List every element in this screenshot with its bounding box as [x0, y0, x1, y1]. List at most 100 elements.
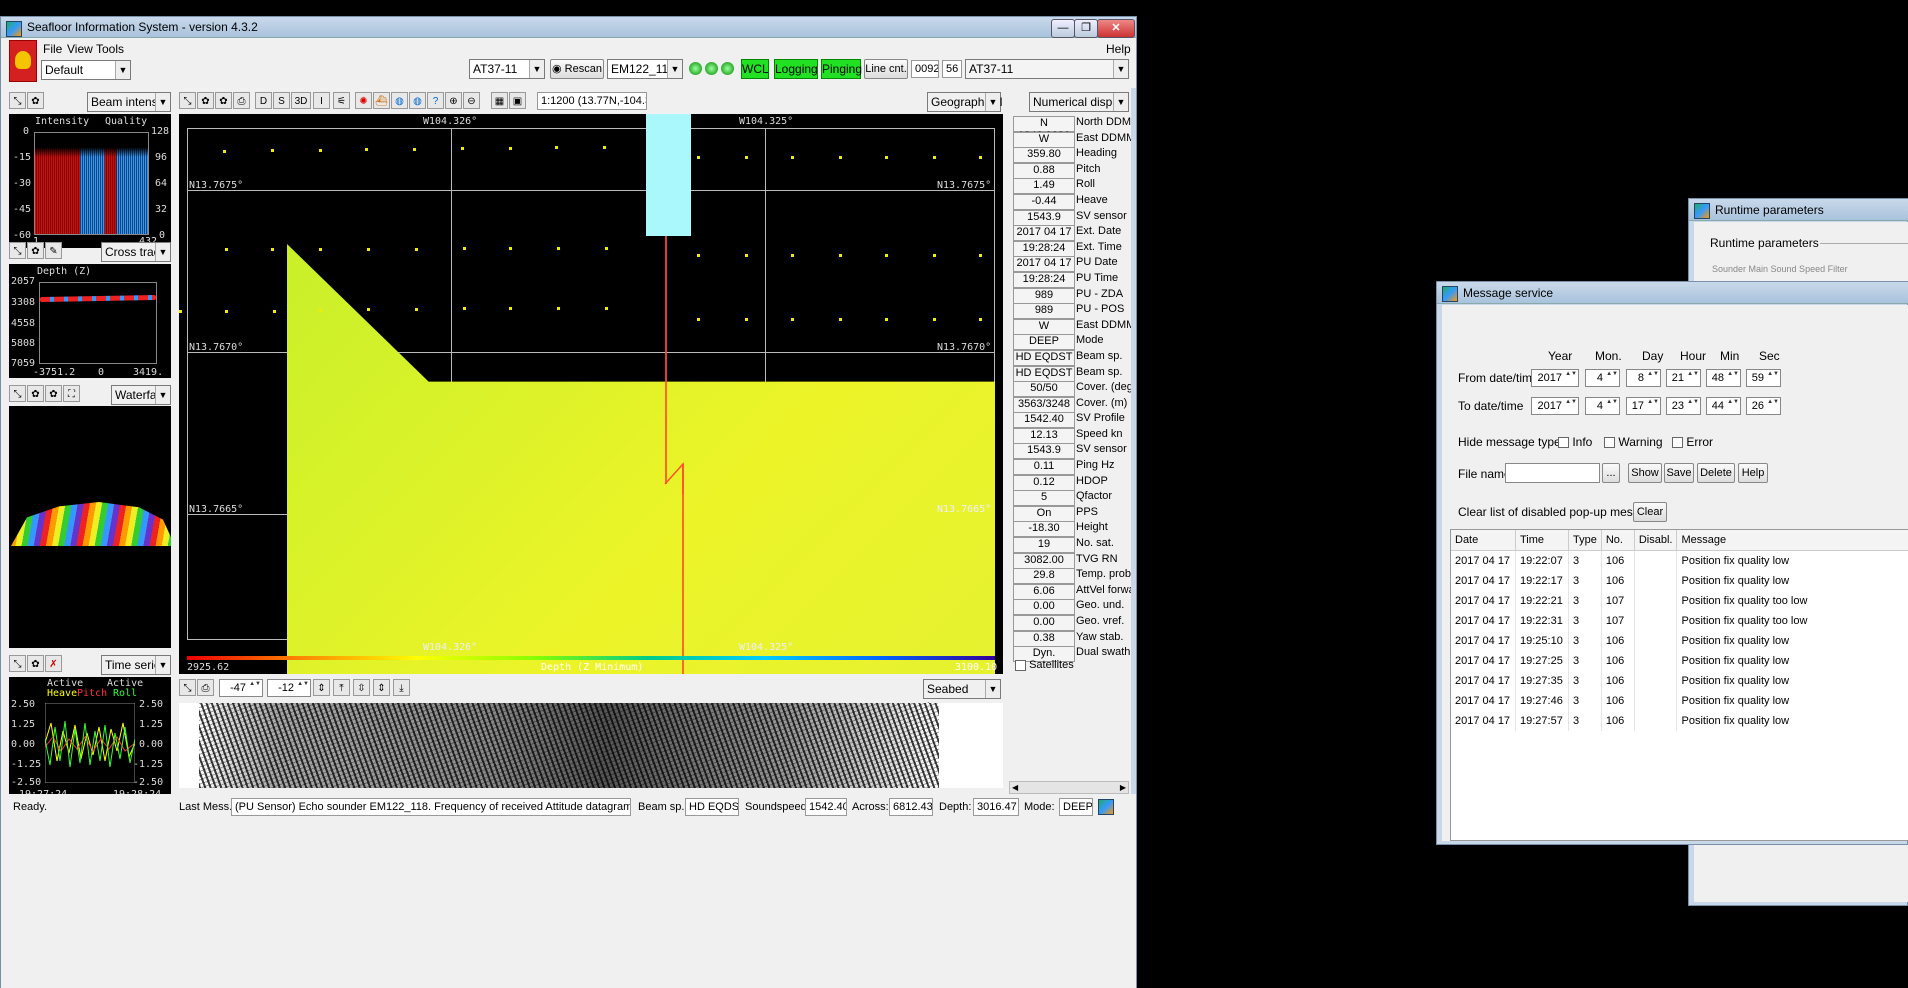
menu-file[interactable]: File	[43, 42, 62, 56]
tool-icon[interactable]: ⤡	[9, 92, 26, 109]
no-filter-icon[interactable]: ✗	[45, 655, 62, 672]
message-table[interactable]: Date Time Type No. Disabl. Message 2017 …	[1450, 529, 1908, 841]
expand-vertical-icon[interactable]: ⇕	[313, 679, 330, 696]
tool-icon[interactable]: ⤡	[179, 679, 196, 696]
waterfall-combo[interactable]: Waterfall ▼	[111, 385, 171, 405]
from-hour[interactable]: 21	[1666, 369, 1701, 387]
maximize-button[interactable]: ❐	[1074, 19, 1098, 38]
from-day[interactable]: 8	[1626, 369, 1661, 387]
sounder-combo[interactable]: EM122_118 ▼	[607, 59, 683, 79]
to-hour[interactable]: 23	[1666, 397, 1701, 415]
info-checkbox[interactable]: Info	[1558, 435, 1592, 449]
runtime-tabs[interactable]: Sounder Main Sound Speed Filter	[1712, 264, 1848, 274]
from-year[interactable]: 2017	[1531, 369, 1579, 387]
menu-help[interactable]: Help	[1106, 42, 1131, 56]
pinging-button[interactable]: Pinging	[821, 59, 862, 79]
measure-icon[interactable]: ⚟	[333, 92, 350, 109]
line-name-combo[interactable]: AT37-11 ▼	[965, 59, 1129, 79]
save-button[interactable]: Save	[1664, 463, 1694, 483]
seabed-max-spinner[interactable]: -12	[267, 679, 311, 697]
error-checkbox[interactable]: Error	[1672, 435, 1713, 449]
zoom-in-icon[interactable]: ⊕	[445, 92, 462, 109]
view-3d-button[interactable]: 3D	[291, 92, 311, 109]
satellites-checkbox[interactable]: Satellites	[1015, 659, 1074, 671]
table-row[interactable]: 2017 04 17 19:27:35 3 106 Position fix quali…	[1451, 671, 1908, 691]
numerical-scrollbar[interactable]: ◀ ▶	[1009, 781, 1129, 794]
print-icon[interactable]: ⎙	[197, 679, 214, 696]
view-s-button[interactable]: S	[273, 92, 290, 109]
compress-all-icon[interactable]: ⤓	[393, 679, 410, 696]
globe-2-icon[interactable]: ◍	[409, 92, 426, 109]
geo-map[interactable]: W104.326° W104.325° N13.7675° N13.7675° …	[179, 114, 1003, 674]
table-row[interactable]: 2017 04 17 19:27:25 3 106 Position fix quali…	[1451, 651, 1908, 671]
to-day[interactable]: 17	[1626, 397, 1661, 415]
close-button[interactable]: ✕	[1097, 19, 1135, 38]
print-icon[interactable]: ⎙	[233, 92, 250, 109]
palette-2-icon[interactable]: ✿	[45, 385, 62, 402]
clear-button[interactable]: Clear	[1633, 502, 1667, 522]
beam-intensity-combo[interactable]: Beam intensity ▼	[87, 92, 171, 112]
col-type[interactable]: Type	[1568, 530, 1602, 551]
logging-button[interactable]: Logging	[774, 59, 818, 79]
message-title-bar[interactable]: Message service	[1437, 282, 1908, 304]
from-min[interactable]: 48	[1706, 369, 1741, 387]
col-date[interactable]: Date	[1451, 530, 1516, 551]
palette-icon[interactable]: ✿	[27, 655, 44, 672]
time-series-combo[interactable]: Time series ▼	[101, 655, 171, 675]
tool-icon[interactable]: ⤡	[9, 385, 26, 402]
tool-icon[interactable]: ⤡	[179, 92, 196, 109]
palette-icon[interactable]: ✿	[27, 385, 44, 402]
view-d-button[interactable]: D	[255, 92, 272, 109]
main-title-bar[interactable]: Seafloor Information System - version 4.…	[1, 17, 1136, 38]
to-year[interactable]: 2017	[1531, 397, 1579, 415]
rescan-button[interactable]: ◉ Rescan	[550, 59, 604, 79]
globe-icon[interactable]: ◍	[391, 92, 408, 109]
vessel-icon[interactable]: ⛴	[373, 92, 390, 109]
compress-top-icon[interactable]: ⤒	[333, 679, 350, 696]
view-i-button[interactable]: I	[313, 92, 330, 109]
compress-middle-icon[interactable]: ⇳	[353, 679, 370, 696]
to-mon[interactable]: 4	[1585, 397, 1620, 415]
seabed-min-spinner[interactable]: -47	[219, 679, 263, 697]
col-time[interactable]: Time	[1515, 530, 1569, 551]
layers-icon[interactable]: ▣	[509, 92, 526, 109]
table-row[interactable]: 2017 04 17 19:25:10 3 106 Position fix quali…	[1451, 631, 1908, 651]
menu-tools[interactable]: Tools	[96, 42, 124, 56]
minimize-button[interactable]: —	[1051, 19, 1075, 38]
menu-view[interactable]: View	[67, 42, 93, 56]
pen-icon[interactable]: ✎	[45, 242, 62, 259]
seabed-image-combo[interactable]: Seabed image▼	[923, 679, 1001, 714]
grid-icon[interactable]: ▦	[491, 92, 508, 109]
table-row[interactable]: 2017 04 17 19:22:31 3 107 Position fix quali…	[1451, 611, 1908, 631]
browse-button[interactable]: ...	[1602, 463, 1620, 483]
palette-icon[interactable]: ✿	[27, 242, 44, 259]
runtime-title-bar[interactable]: Runtime parameters	[1689, 199, 1908, 221]
warning-checkbox[interactable]: Warning	[1604, 435, 1663, 449]
from-mon[interactable]: 4	[1585, 369, 1620, 387]
target-icon[interactable]: ✺	[355, 92, 372, 109]
show-button[interactable]: Show	[1628, 463, 1662, 483]
tool-icon[interactable]: ⤡	[9, 242, 26, 259]
table-row[interactable]: 2017 04 17 19:22:17 3 106 Position fix quali…	[1451, 571, 1908, 591]
cross-track-combo[interactable]: Cross track ▼	[101, 242, 171, 262]
compress-bottom-icon[interactable]: ⇕	[373, 679, 390, 696]
help-button[interactable]: Help	[1738, 463, 1768, 483]
table-row[interactable]: 2017 04 17 19:27:46 3 106 Position fix quali…	[1451, 691, 1908, 711]
table-row[interactable]: 2017 04 17 19:22:21 3 107 Position fix quali…	[1451, 591, 1908, 611]
file-name-input[interactable]	[1505, 463, 1600, 483]
col-message[interactable]: Message	[1676, 530, 1908, 551]
fit-view-icon[interactable]: ⛶	[63, 385, 80, 402]
table-row[interactable]: 2017 04 17 19:22:07 3 106 Position fix quali…	[1451, 550, 1908, 571]
palette-2-icon[interactable]: ✿	[215, 92, 232, 109]
from-sec[interactable]: 59	[1746, 369, 1781, 387]
table-row[interactable]: 2017 04 17 19:27:57 3 106 Position fix quali…	[1451, 711, 1908, 731]
survey-combo[interactable]: AT37-11 ▼	[469, 59, 545, 79]
projection-combo[interactable]: Geographical ▼	[927, 92, 1002, 112]
to-sec[interactable]: 26	[1746, 397, 1781, 415]
col-disabled[interactable]: Disabl.	[1634, 530, 1678, 551]
to-min[interactable]: 44	[1706, 397, 1741, 415]
palette-icon[interactable]: ✿	[197, 92, 214, 109]
help-icon[interactable]: ?	[427, 92, 444, 109]
numerical-display-combo[interactable]: Numerical display ▼	[1029, 92, 1129, 112]
profile-combo[interactable]: Default ▼	[41, 60, 131, 80]
